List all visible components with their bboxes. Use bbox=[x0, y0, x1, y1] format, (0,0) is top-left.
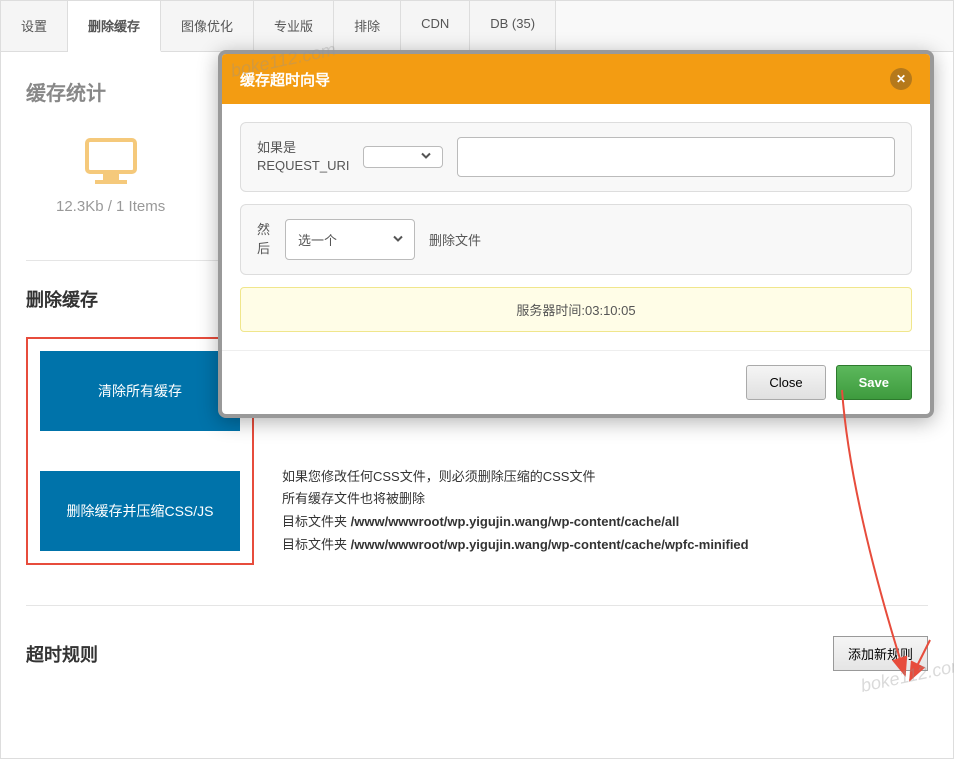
close-icon[interactable]: ✕ bbox=[890, 68, 912, 90]
timeout-title: 超时规则 bbox=[26, 641, 98, 667]
if-select[interactable] bbox=[363, 146, 443, 168]
server-time: 服务器时间:03:10:05 bbox=[240, 287, 912, 332]
add-rule-button[interactable]: 添加新规则 bbox=[833, 636, 928, 671]
tab-image-opt[interactable]: 图像优化 bbox=[161, 1, 254, 51]
tab-delete-cache[interactable]: 删除缓存 bbox=[68, 1, 161, 52]
tabs-bar: 设置 删除缓存 图像优化 专业版 排除 CDN DB (35) bbox=[1, 1, 953, 52]
tab-exclude[interactable]: 排除 bbox=[334, 1, 401, 51]
clear-all-cache-button[interactable]: 清除所有缓存 bbox=[40, 351, 240, 431]
close-button[interactable]: Close bbox=[746, 365, 825, 400]
save-button[interactable]: Save bbox=[836, 365, 912, 400]
stat-block: 12.3Kb / 1 Items bbox=[56, 136, 165, 215]
monitor-icon bbox=[81, 136, 141, 186]
divider bbox=[26, 605, 928, 606]
if-label: 如果是 REQUEST_URI bbox=[257, 139, 349, 175]
stat-value: 12.3Kb / 1 Items bbox=[56, 198, 165, 215]
then-row: 然后 选一个 删除文件 bbox=[240, 204, 912, 275]
tab-db[interactable]: DB (35) bbox=[470, 1, 556, 51]
then-label: 然后 bbox=[257, 221, 271, 257]
minify-desc: 如果您修改任何CSS文件，则必须删除压缩的CSS文件 所有缓存文件也将被删除 目… bbox=[282, 467, 928, 556]
timeout-wizard-modal: 缓存超时向导 ✕ 如果是 REQUEST_URI 然后 选一个 bbox=[218, 50, 934, 418]
modal-title: 缓存超时向导 bbox=[240, 69, 330, 90]
tab-settings[interactable]: 设置 bbox=[1, 1, 68, 51]
modal-header: 缓存超时向导 ✕ bbox=[222, 54, 930, 104]
chevron-down-icon bbox=[392, 232, 404, 247]
then-select[interactable]: 选一个 bbox=[285, 219, 415, 260]
delete-cache-minify-button[interactable]: 删除缓存并压缩CSS/JS bbox=[40, 471, 240, 551]
modal-footer: Close Save bbox=[222, 350, 930, 414]
chevron-down-icon bbox=[420, 150, 432, 165]
delete-file-label: 删除文件 bbox=[429, 230, 481, 249]
tab-cdn[interactable]: CDN bbox=[401, 1, 470, 51]
tab-pro[interactable]: 专业版 bbox=[254, 1, 334, 51]
if-value-input[interactable] bbox=[457, 137, 895, 177]
if-row: 如果是 REQUEST_URI bbox=[240, 122, 912, 192]
